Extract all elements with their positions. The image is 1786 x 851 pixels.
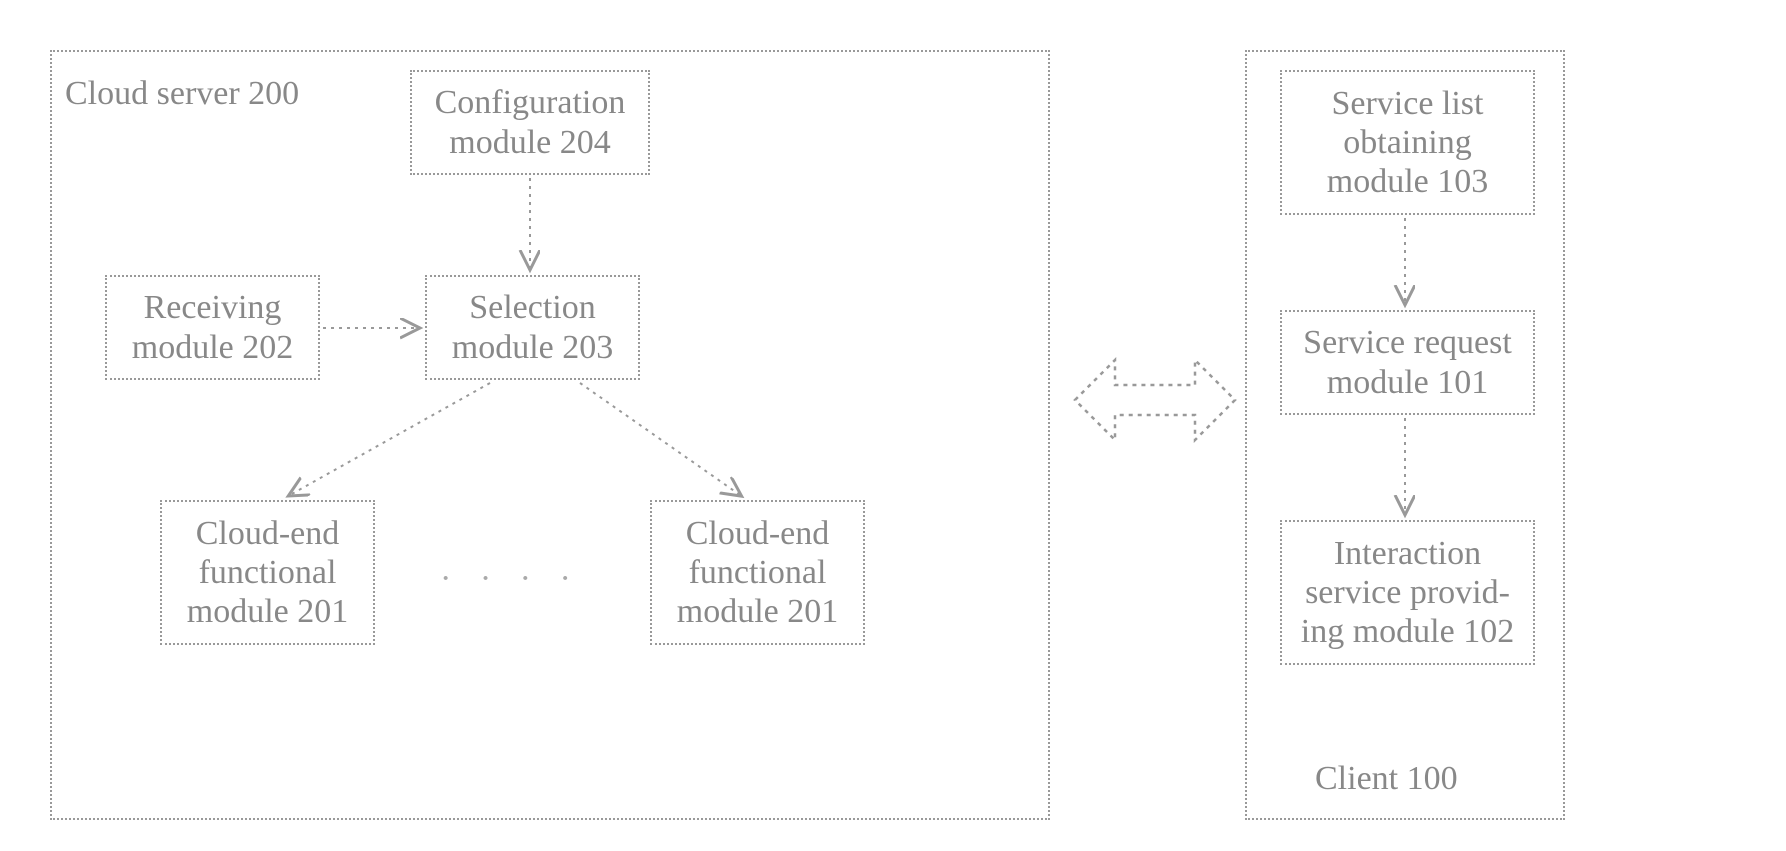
selection-module-label: Selection module 203	[452, 288, 613, 366]
cloud-end-functional-module-b-label: Cloud-end functional module 201	[677, 514, 838, 631]
functional-modules-ellipsis: · · · ·	[440, 560, 581, 598]
bidirectional-arrow	[1075, 360, 1235, 440]
cloud-end-functional-module-a-box: Cloud-end functional module 201	[160, 500, 375, 645]
receiving-module-box: Receiving module 202	[105, 275, 320, 380]
service-request-module-label: Service request module 101	[1303, 323, 1512, 401]
cloud-end-functional-module-a-label: Cloud-end functional module 201	[187, 514, 348, 631]
configuration-module-label: Configuration module 204	[435, 83, 626, 161]
interaction-module-box: Interaction service provid- ing module 1…	[1280, 520, 1535, 665]
receiving-module-label: Receiving module 202	[132, 288, 293, 366]
cloud-end-functional-module-b-box: Cloud-end functional module 201	[650, 500, 865, 645]
cloud-server-title: Cloud server 200	[65, 75, 299, 113]
service-request-module-box: Service request module 101	[1280, 310, 1535, 415]
configuration-module-box: Configuration module 204	[410, 70, 650, 175]
service-list-module-label: Service list obtaining module 103	[1327, 84, 1488, 201]
client-title: Client 100	[1315, 760, 1458, 798]
service-list-module-box: Service list obtaining module 103	[1280, 70, 1535, 215]
interaction-module-label: Interaction service provid- ing module 1…	[1301, 534, 1514, 651]
selection-module-box: Selection module 203	[425, 275, 640, 380]
